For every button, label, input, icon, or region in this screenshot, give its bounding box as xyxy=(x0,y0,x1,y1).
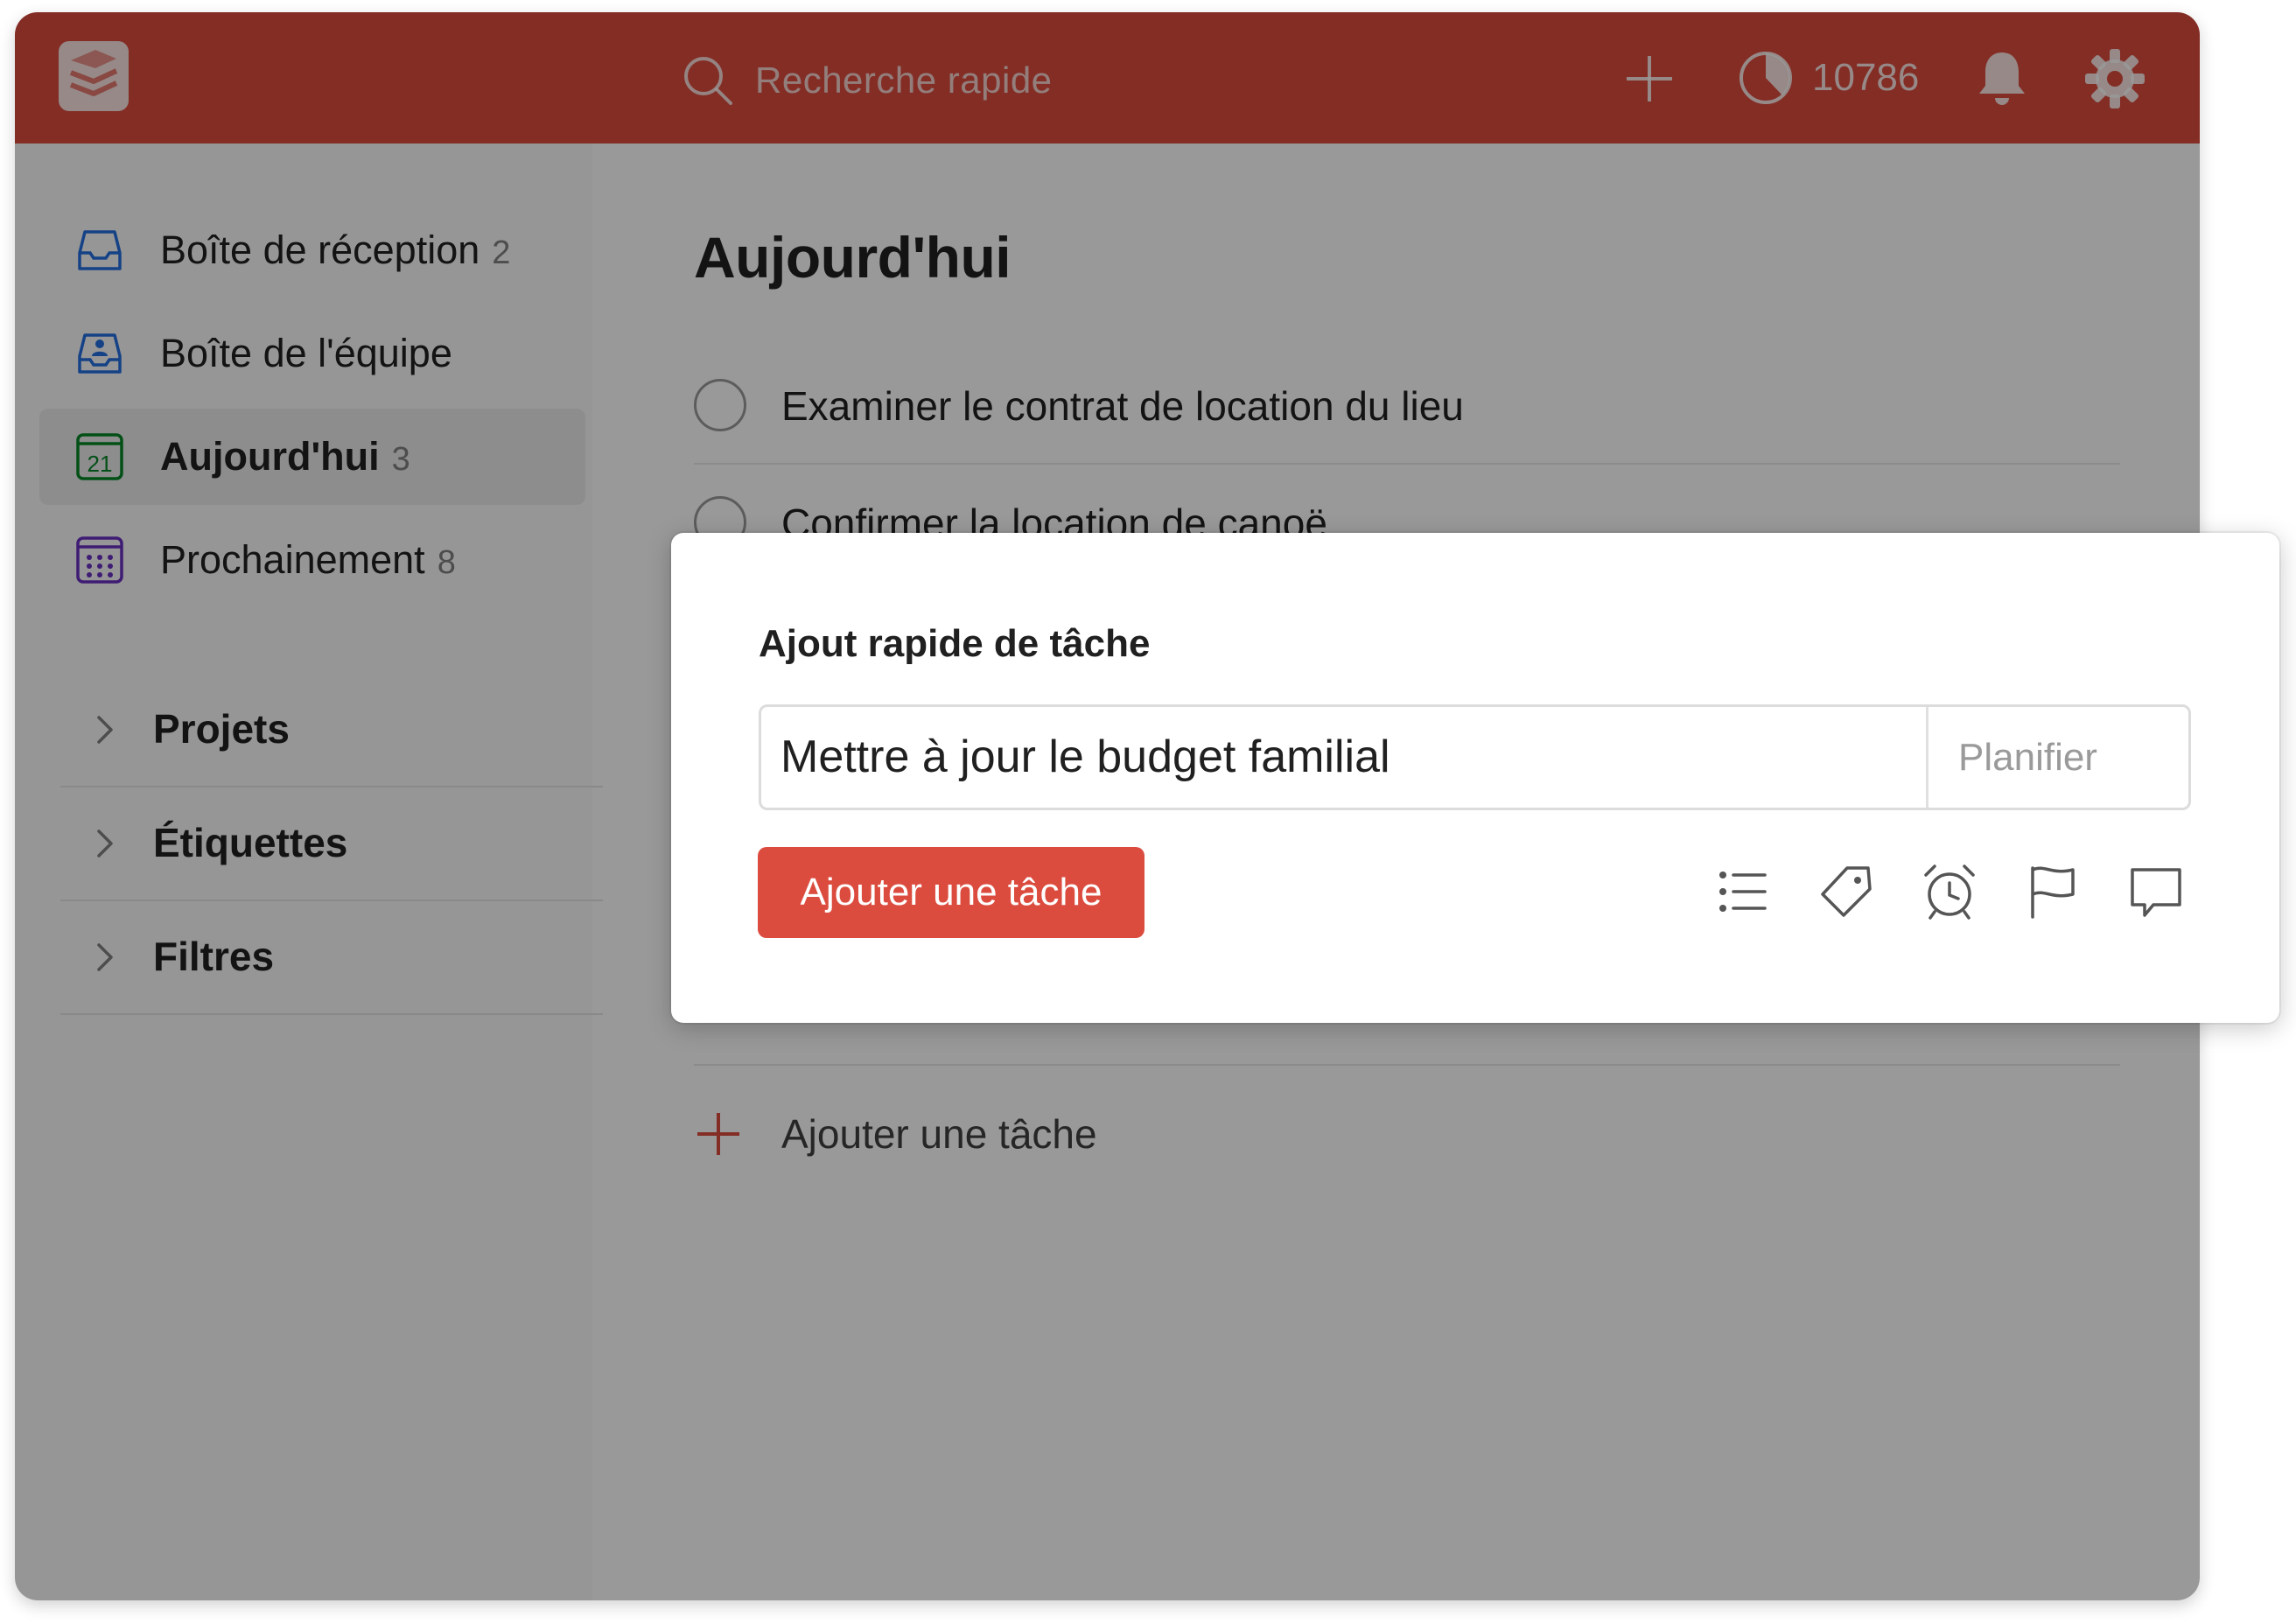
add-task-submit-button[interactable]: Ajouter une tâche xyxy=(758,847,1144,938)
page-title: Aujourd'hui xyxy=(694,225,1012,290)
sidebar-item-today[interactable]: 21 Aujourd'hui 3 xyxy=(39,409,585,505)
dialog-title: Ajout rapide de tâche xyxy=(759,622,1151,665)
top-bar: Recherche rapide 10786 xyxy=(15,12,2200,144)
productivity-pie-icon xyxy=(1740,52,1792,104)
sidebar-item-inbox[interactable]: Boîte de réception 2 xyxy=(39,202,585,298)
notifications-bell-icon[interactable] xyxy=(1971,47,2033,108)
chevron-right-icon xyxy=(97,830,113,858)
today-day-number: 21 xyxy=(88,451,113,477)
sidebar-item-count: 2 xyxy=(492,234,511,271)
sidebar-item-label: Boîte de réception xyxy=(160,228,480,272)
sidebar-section-projects[interactable]: Projets xyxy=(60,672,603,788)
reminder-alarm-icon[interactable] xyxy=(1919,861,1980,922)
add-task-label: Ajouter une tâche xyxy=(781,1111,1097,1157)
today-calendar-icon: 21 xyxy=(76,433,123,480)
schedule-button[interactable]: Planifier xyxy=(1926,707,2188,808)
priority-flag-icon[interactable] xyxy=(2022,861,2083,922)
inbox-icon xyxy=(78,230,122,270)
quick-add-dialog: Ajout rapide de tâche Mettre à jour le b… xyxy=(671,533,2279,1023)
comment-icon[interactable] xyxy=(2125,861,2187,922)
upcoming-calendar-icon xyxy=(76,536,123,584)
sidebar-item-team-inbox[interactable]: Boîte de l'équipe xyxy=(39,305,585,402)
team-inbox-icon xyxy=(78,333,122,374)
karma-productivity[interactable]: 10786 xyxy=(1737,49,1919,107)
sidebar-item-label: Boîte de l'équipe xyxy=(160,331,452,375)
settings-gear-icon[interactable] xyxy=(2083,47,2146,110)
add-task-button[interactable]: Ajouter une tâche xyxy=(694,1099,1097,1169)
task-input-container: Mettre à jour le budget familial Planifi… xyxy=(759,704,2191,810)
task-complete-checkbox[interactable] xyxy=(694,379,746,431)
search-icon xyxy=(684,57,732,105)
quick-add-plus-icon[interactable] xyxy=(1623,52,1676,105)
task-text: Examiner le contrat de location du lieu xyxy=(781,383,1464,429)
task-name-input[interactable]: Mettre à jour le budget familial xyxy=(780,707,1390,808)
sidebar-item-upcoming[interactable]: Prochainement 8 xyxy=(39,512,585,608)
list-icon[interactable] xyxy=(1712,861,1774,922)
sidebar-item-count: 8 xyxy=(437,544,456,581)
search-placeholder: Recherche rapide xyxy=(755,60,1053,101)
sidebar-section-labels[interactable]: Étiquettes xyxy=(60,786,603,901)
sidebar-item-label: Prochainement xyxy=(160,537,425,582)
task-row[interactable]: Examiner le contrat de location du lieu xyxy=(694,347,2120,465)
schedule-label: Planifier xyxy=(1958,736,2097,779)
sidebar-item-label: Aujourd'hui xyxy=(160,434,380,479)
label-tag-icon[interactable] xyxy=(1816,861,1877,922)
sidebar-item-count: 3 xyxy=(391,441,410,478)
chevron-right-icon xyxy=(97,943,113,971)
section-label: Étiquettes xyxy=(153,820,348,865)
section-label: Filtres xyxy=(153,934,275,979)
section-label: Projets xyxy=(153,706,290,752)
task-row-obscured xyxy=(694,1020,2120,1066)
app-logo-icon[interactable] xyxy=(59,41,129,111)
quick-search[interactable]: Recherche rapide xyxy=(680,54,1053,107)
sidebar-section-filters[interactable]: Filtres xyxy=(60,900,603,1015)
karma-value: 10786 xyxy=(1812,56,1920,99)
plus-icon xyxy=(697,1113,739,1155)
chevron-right-icon xyxy=(97,716,113,744)
sidebar: Boîte de réception 2 Boîte de l'équipe 21… xyxy=(15,144,603,1600)
